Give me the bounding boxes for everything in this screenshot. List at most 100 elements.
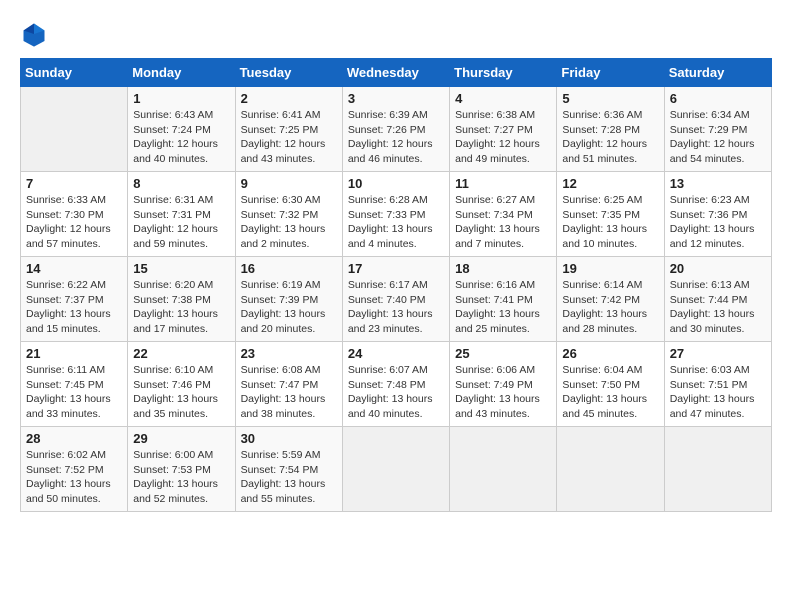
- calendar-cell: 19Sunrise: 6:14 AM Sunset: 7:42 PM Dayli…: [557, 257, 664, 342]
- day-info: Sunrise: 6:39 AM Sunset: 7:26 PM Dayligh…: [348, 108, 444, 167]
- calendar-cell: 21Sunrise: 6:11 AM Sunset: 7:45 PM Dayli…: [21, 342, 128, 427]
- day-info: Sunrise: 6:00 AM Sunset: 7:53 PM Dayligh…: [133, 448, 229, 507]
- calendar-cell: 13 Sunrise: 6:23 AM Sunset: 7:36 PM Dayli…: [664, 172, 771, 257]
- day-number: 12: [562, 176, 658, 191]
- day-number: 6: [670, 91, 766, 106]
- calendar-table: SundayMondayTuesdayWednesdayThursdayFrid…: [20, 58, 772, 512]
- header: [20, 20, 772, 48]
- day-number: 28: [26, 431, 122, 446]
- calendar-cell: 7Sunrise: 6:33 AM Sunset: 7:30 PM Daylig…: [21, 172, 128, 257]
- calendar-cell: 26Sunrise: 6:04 AM Sunset: 7:50 PM Dayli…: [557, 342, 664, 427]
- calendar-cell: 22Sunrise: 6:10 AM Sunset: 7:46 PM Dayli…: [128, 342, 235, 427]
- day-info: Sunrise: 6:22 AM Sunset: 7:37 PM Dayligh…: [26, 278, 122, 337]
- day-info: Sunrise: 6:08 AM Sunset: 7:47 PM Dayligh…: [241, 363, 337, 422]
- calendar-cell: 9 Sunrise: 6:30 AM Sunset: 7:32 PM Daylig…: [235, 172, 342, 257]
- day-number: 2: [241, 91, 337, 106]
- day-number: 9: [241, 176, 337, 191]
- day-number: 29: [133, 431, 229, 446]
- calendar-cell: 24 Sunrise: 6:07 AM Sunset: 7:48 PM Dayli…: [342, 342, 449, 427]
- day-number: 16: [241, 261, 337, 276]
- day-number: 19: [562, 261, 658, 276]
- day-number: 18: [455, 261, 551, 276]
- calendar-week: 28 Sunrise: 6:02 AM Sunset: 7:52 PM Dayli…: [21, 427, 772, 512]
- day-number: 27: [670, 346, 766, 361]
- weekday-header: Monday: [128, 59, 235, 87]
- day-info: Sunrise: 6:03 AM Sunset: 7:51 PM Dayligh…: [670, 363, 766, 422]
- day-number: 13: [670, 176, 766, 191]
- calendar-cell: 15 Sunrise: 6:20 AM Sunset: 7:38 PM Dayli…: [128, 257, 235, 342]
- day-info: Sunrise: 6:23 AM Sunset: 7:36 PM Dayligh…: [670, 193, 766, 252]
- calendar-cell: 12 Sunrise: 6:25 AM Sunset: 7:35 PM Dayli…: [557, 172, 664, 257]
- day-info: Sunrise: 6:38 AM Sunset: 7:27 PM Dayligh…: [455, 108, 551, 167]
- day-number: 4: [455, 91, 551, 106]
- day-info: Sunrise: 6:34 AM Sunset: 7:29 PM Dayligh…: [670, 108, 766, 167]
- calendar-cell: 18 Sunrise: 6:16 AM Sunset: 7:41 PM Dayli…: [450, 257, 557, 342]
- calendar-cell: 25 Sunrise: 6:06 AM Sunset: 7:49 PM Dayli…: [450, 342, 557, 427]
- day-info: Sunrise: 6:16 AM Sunset: 7:41 PM Dayligh…: [455, 278, 551, 337]
- calendar-cell: 28 Sunrise: 6:02 AM Sunset: 7:52 PM Dayli…: [21, 427, 128, 512]
- day-number: 10: [348, 176, 444, 191]
- weekday-header: Tuesday: [235, 59, 342, 87]
- calendar-week: 21Sunrise: 6:11 AM Sunset: 7:45 PM Dayli…: [21, 342, 772, 427]
- day-info: Sunrise: 6:02 AM Sunset: 7:52 PM Dayligh…: [26, 448, 122, 507]
- day-number: 1: [133, 91, 229, 106]
- day-info: Sunrise: 6:30 AM Sunset: 7:32 PM Dayligh…: [241, 193, 337, 252]
- day-info: Sunrise: 6:17 AM Sunset: 7:40 PM Dayligh…: [348, 278, 444, 337]
- calendar-cell: 1 Sunrise: 6:43 AM Sunset: 7:24 PM Daylig…: [128, 87, 235, 172]
- calendar-cell: 17 Sunrise: 6:17 AM Sunset: 7:40 PM Dayli…: [342, 257, 449, 342]
- day-info: Sunrise: 6:31 AM Sunset: 7:31 PM Dayligh…: [133, 193, 229, 252]
- day-info: Sunrise: 5:59 AM Sunset: 7:54 PM Dayligh…: [241, 448, 337, 507]
- calendar-cell: 30 Sunrise: 5:59 AM Sunset: 7:54 PM Dayli…: [235, 427, 342, 512]
- weekday-header: Saturday: [664, 59, 771, 87]
- calendar-cell: [450, 427, 557, 512]
- calendar-cell: 3 Sunrise: 6:39 AM Sunset: 7:26 PM Daylig…: [342, 87, 449, 172]
- calendar-week: 1 Sunrise: 6:43 AM Sunset: 7:24 PM Daylig…: [21, 87, 772, 172]
- day-info: Sunrise: 6:43 AM Sunset: 7:24 PM Dayligh…: [133, 108, 229, 167]
- day-info: Sunrise: 6:41 AM Sunset: 7:25 PM Dayligh…: [241, 108, 337, 167]
- day-number: 21: [26, 346, 122, 361]
- calendar-cell: [342, 427, 449, 512]
- calendar-cell: 5Sunrise: 6:36 AM Sunset: 7:28 PM Daylig…: [557, 87, 664, 172]
- calendar-cell: 10 Sunrise: 6:28 AM Sunset: 7:33 PM Dayli…: [342, 172, 449, 257]
- day-number: 17: [348, 261, 444, 276]
- day-info: Sunrise: 6:33 AM Sunset: 7:30 PM Dayligh…: [26, 193, 122, 252]
- day-info: Sunrise: 6:27 AM Sunset: 7:34 PM Dayligh…: [455, 193, 551, 252]
- day-number: 20: [670, 261, 766, 276]
- day-info: Sunrise: 6:25 AM Sunset: 7:35 PM Dayligh…: [562, 193, 658, 252]
- day-number: 24: [348, 346, 444, 361]
- calendar-cell: 4 Sunrise: 6:38 AM Sunset: 7:27 PM Daylig…: [450, 87, 557, 172]
- calendar-week: 14Sunrise: 6:22 AM Sunset: 7:37 PM Dayli…: [21, 257, 772, 342]
- logo-icon: [20, 20, 48, 48]
- calendar-cell: 29 Sunrise: 6:00 AM Sunset: 7:53 PM Dayli…: [128, 427, 235, 512]
- day-info: Sunrise: 6:20 AM Sunset: 7:38 PM Dayligh…: [133, 278, 229, 337]
- day-info: Sunrise: 6:10 AM Sunset: 7:46 PM Dayligh…: [133, 363, 229, 422]
- day-number: 8: [133, 176, 229, 191]
- calendar-cell: 27 Sunrise: 6:03 AM Sunset: 7:51 PM Dayli…: [664, 342, 771, 427]
- day-info: Sunrise: 6:13 AM Sunset: 7:44 PM Dayligh…: [670, 278, 766, 337]
- weekday-header: Friday: [557, 59, 664, 87]
- calendar-cell: 16Sunrise: 6:19 AM Sunset: 7:39 PM Dayli…: [235, 257, 342, 342]
- day-info: Sunrise: 6:06 AM Sunset: 7:49 PM Dayligh…: [455, 363, 551, 422]
- calendar-cell: 14Sunrise: 6:22 AM Sunset: 7:37 PM Dayli…: [21, 257, 128, 342]
- day-number: 11: [455, 176, 551, 191]
- day-number: 23: [241, 346, 337, 361]
- day-number: 3: [348, 91, 444, 106]
- day-info: Sunrise: 6:28 AM Sunset: 7:33 PM Dayligh…: [348, 193, 444, 252]
- calendar-cell: [664, 427, 771, 512]
- day-info: Sunrise: 6:36 AM Sunset: 7:28 PM Dayligh…: [562, 108, 658, 167]
- weekday-header: Thursday: [450, 59, 557, 87]
- calendar-cell: 2 Sunrise: 6:41 AM Sunset: 7:25 PM Daylig…: [235, 87, 342, 172]
- day-number: 30: [241, 431, 337, 446]
- weekday-header: Sunday: [21, 59, 128, 87]
- logo: [20, 20, 52, 48]
- day-number: 15: [133, 261, 229, 276]
- calendar-cell: 8 Sunrise: 6:31 AM Sunset: 7:31 PM Daylig…: [128, 172, 235, 257]
- calendar-cell: [21, 87, 128, 172]
- weekday-header: Wednesday: [342, 59, 449, 87]
- calendar-cell: 20 Sunrise: 6:13 AM Sunset: 7:44 PM Dayli…: [664, 257, 771, 342]
- calendar-cell: 23 Sunrise: 6:08 AM Sunset: 7:47 PM Dayli…: [235, 342, 342, 427]
- calendar-header: SundayMondayTuesdayWednesdayThursdayFrid…: [21, 59, 772, 87]
- day-number: 25: [455, 346, 551, 361]
- day-info: Sunrise: 6:07 AM Sunset: 7:48 PM Dayligh…: [348, 363, 444, 422]
- day-info: Sunrise: 6:04 AM Sunset: 7:50 PM Dayligh…: [562, 363, 658, 422]
